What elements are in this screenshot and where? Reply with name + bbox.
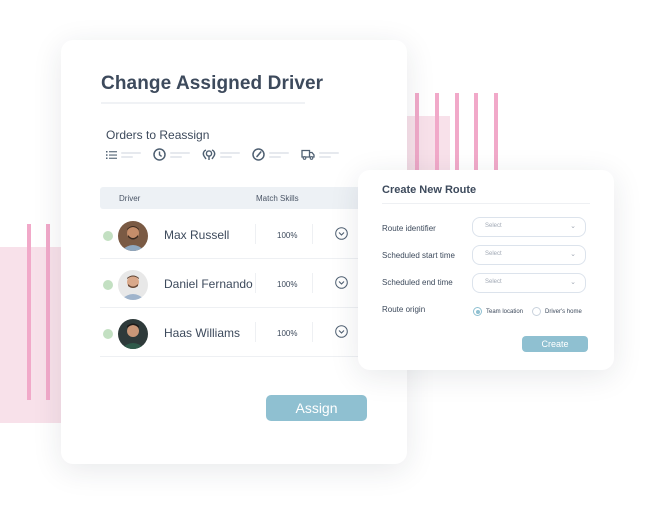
clock-icon — [153, 148, 166, 161]
order-icons-row — [106, 148, 351, 161]
radio-unselected-icon — [532, 307, 541, 316]
title-divider — [101, 102, 305, 104]
select-value: Select — [485, 279, 502, 285]
column-divider — [312, 224, 313, 244]
placeholder-text — [319, 151, 339, 159]
truck-icon — [301, 149, 315, 160]
match-skills-value: 100% — [277, 280, 298, 289]
driver-name: Daniel Fernando — [164, 277, 253, 291]
avatar — [118, 270, 148, 300]
status-dot — [103, 329, 113, 339]
chevron-down-icon: ⌄ — [570, 251, 576, 258]
select-value: Select — [485, 223, 502, 229]
change-driver-card: Change Assigned Driver Orders to Reassig… — [61, 40, 407, 464]
scheduled-end-select[interactable]: Select ⌄ — [472, 273, 586, 293]
decor-line — [474, 93, 478, 170]
route-origin-label: Route origin — [382, 305, 426, 314]
list-icon — [106, 150, 117, 159]
placeholder-text — [269, 151, 289, 159]
match-skills-value: 100% — [277, 329, 298, 338]
select-value: Select — [485, 251, 502, 257]
map-pin-icon — [202, 149, 216, 160]
order-item[interactable] — [106, 150, 141, 160]
column-header-driver: Driver — [119, 194, 141, 203]
placeholder-text — [220, 151, 240, 159]
decor-block-right — [407, 116, 450, 170]
scheduled-end-label: Scheduled end time — [382, 278, 453, 287]
column-divider — [312, 322, 313, 342]
status-dot — [103, 280, 113, 290]
order-item[interactable] — [202, 148, 240, 161]
route-identifier-label: Route identifier — [382, 224, 436, 233]
decor-line — [455, 93, 459, 170]
order-item[interactable] — [153, 148, 190, 161]
chevron-down-icon[interactable] — [335, 227, 348, 240]
column-divider — [312, 273, 313, 293]
orders-label: Orders to Reassign — [106, 128, 210, 142]
assign-button[interactable]: Assign — [266, 395, 367, 421]
status-dot — [103, 231, 113, 241]
radio-team-location[interactable]: Team location — [473, 307, 523, 316]
order-item[interactable] — [301, 149, 339, 160]
decor-line — [494, 93, 498, 170]
driver-name: Max Russell — [164, 228, 230, 242]
placeholder-text — [121, 151, 141, 159]
avatar — [118, 319, 148, 349]
driver-name: Haas Williams — [164, 326, 241, 340]
column-header-match-skills: Match Skills — [256, 194, 299, 203]
title-divider — [382, 203, 590, 204]
route-identifier-select[interactable]: Select ⌄ — [472, 217, 586, 237]
chevron-down-icon: ⌄ — [570, 279, 576, 286]
placeholder-text — [170, 151, 190, 159]
column-divider — [255, 224, 256, 244]
route-card-title: Create New Route — [382, 184, 477, 196]
create-route-card: Create New Route Route identifier Select… — [358, 170, 614, 370]
page-title: Change Assigned Driver — [101, 73, 324, 94]
column-divider — [255, 273, 256, 293]
chevron-down-icon[interactable] — [335, 276, 348, 289]
radio-drivers-home[interactable]: Driver's home — [532, 307, 582, 316]
decor-line — [415, 93, 419, 170]
decor-line — [27, 224, 31, 400]
column-divider — [255, 322, 256, 342]
radio-selected-icon — [473, 307, 482, 316]
avatar — [118, 221, 148, 251]
radio-label: Driver's home — [545, 308, 582, 315]
order-item[interactable] — [252, 148, 289, 161]
decor-line — [46, 224, 50, 400]
create-button[interactable]: Create — [522, 336, 588, 352]
decor-line — [435, 93, 439, 170]
scheduled-start-select[interactable]: Select ⌄ — [472, 245, 586, 265]
chevron-down-icon[interactable] — [335, 325, 348, 338]
match-skills-value: 100% — [277, 231, 298, 240]
radio-label: Team location — [486, 308, 524, 315]
chevron-down-icon: ⌄ — [570, 223, 576, 230]
scheduled-start-label: Scheduled start time — [382, 251, 455, 260]
speedometer-icon — [252, 148, 265, 161]
